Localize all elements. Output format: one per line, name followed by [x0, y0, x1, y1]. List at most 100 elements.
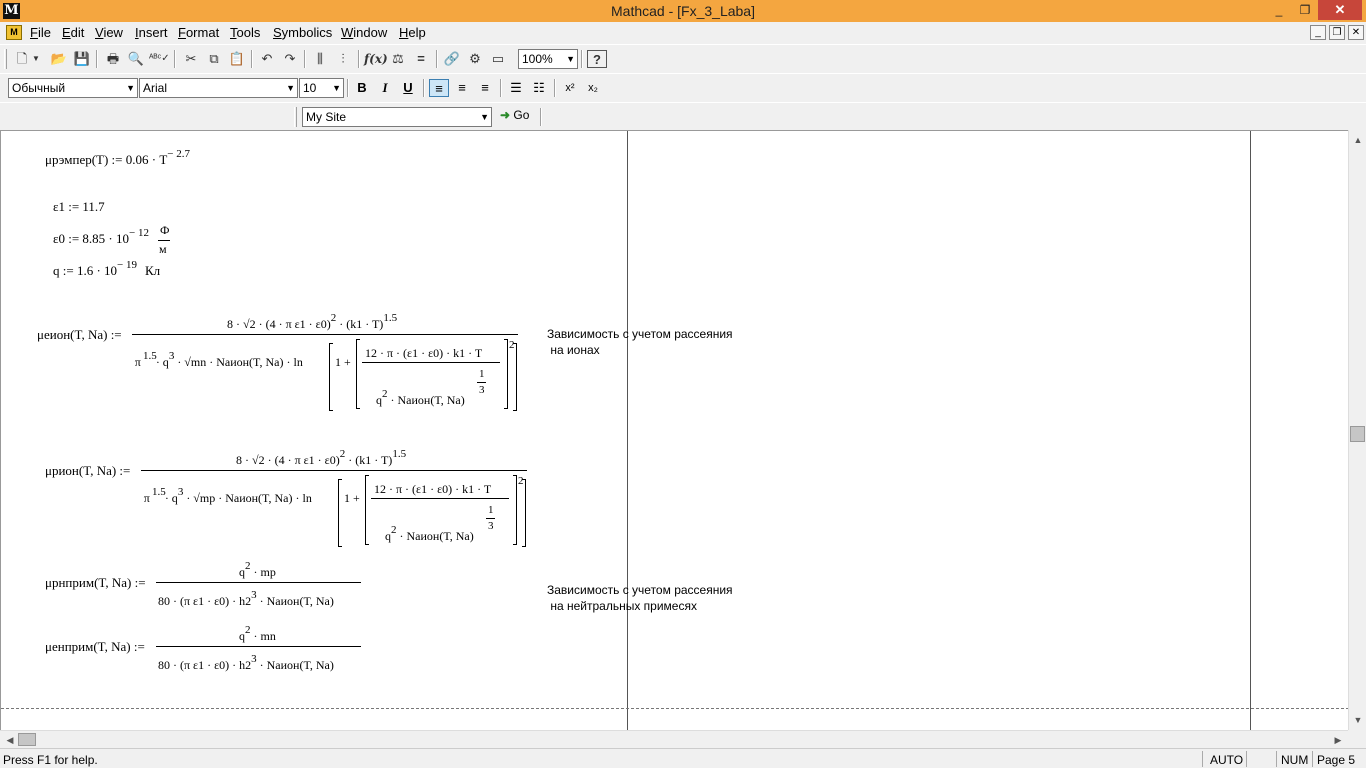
numbered-list-icon[interactable]: ☷: [529, 79, 549, 97]
status-bar: Press F1 for help. AUTO NUM Page 5: [0, 748, 1366, 768]
comment-ion-scattering[interactable]: Зависимость с учетом рассеяния на ионах: [547, 326, 733, 358]
bullet-list-icon[interactable]: ☰: [506, 79, 526, 97]
mu-pion-lhs[interactable]: μрион(T, Na) :=: [45, 463, 130, 479]
menu-tools[interactable]: Tools: [230, 25, 260, 40]
bold-button[interactable]: B: [352, 79, 372, 97]
chevron-down-icon: ▼: [566, 54, 575, 64]
chevron-down-icon: ▼: [126, 83, 135, 93]
comment-neutral-scattering[interactable]: Зависимость с учетом рассеяния на нейтра…: [547, 582, 733, 614]
align-right-icon[interactable]: ≡: [475, 79, 495, 97]
spell-check-icon[interactable]: ᴬᴮᶜ✓: [149, 50, 170, 68]
menu-window[interactable]: Window: [341, 25, 387, 40]
font-value: Arial: [143, 81, 168, 95]
status-divider: [1246, 751, 1247, 767]
italic-button[interactable]: I: [375, 79, 395, 97]
menu-file[interactable]: File: [30, 25, 51, 40]
bracket-left: [329, 343, 333, 411]
toolbar-grip[interactable]: [4, 49, 7, 69]
component-wizard-icon[interactable]: ⚙: [465, 50, 485, 68]
resource-center-icon[interactable]: ▭: [488, 50, 508, 68]
vertical-scrollbar[interactable]: ▲ ▼: [1348, 130, 1366, 730]
worksheet[interactable]: μрэмпер(T) := 0.06 · T− 2.7 ε1 := 11.7 ε…: [0, 130, 1348, 730]
go-button[interactable]: ➜ Go: [500, 108, 529, 122]
mu-enprim-numerator: q2 · mn: [239, 624, 276, 644]
eps1-definition[interactable]: ε1 := 11.7: [53, 199, 105, 215]
print-icon[interactable]: 🖶: [103, 50, 123, 68]
menu-edit[interactable]: Edit: [62, 25, 84, 40]
open-folder-icon[interactable]: 📂: [49, 50, 69, 68]
menu-insert[interactable]: Insert: [135, 25, 168, 40]
bracket-left: [356, 339, 360, 409]
scroll-up-icon[interactable]: ▲: [1349, 132, 1366, 148]
undo-icon[interactable]: ↶: [257, 50, 277, 68]
toolbar-separator: [347, 79, 349, 97]
eps0-definition[interactable]: ε0 := 8.85 · 10− 12: [53, 228, 149, 247]
close-button[interactable]: ✕: [1318, 0, 1362, 20]
scroll-right-icon[interactable]: ▶: [1330, 731, 1346, 749]
new-dropdown-icon[interactable]: ▼: [30, 50, 42, 68]
print-preview-icon[interactable]: 🔍: [126, 50, 146, 68]
chevron-down-icon: ▼: [286, 83, 295, 93]
cut-icon[interactable]: ✂: [181, 50, 201, 68]
eps0-unit-numerator: Ф: [160, 223, 170, 237]
align-left-icon[interactable]: ≡: [429, 79, 449, 97]
mdi-restore-button[interactable]: ❐: [1329, 25, 1345, 40]
mu-eion-lhs[interactable]: μеион(T, Na) :=: [37, 327, 122, 343]
horizontal-scrollbar[interactable]: ◀ ▶: [0, 730, 1348, 748]
fraction-bar: [158, 240, 170, 241]
menu-view[interactable]: View: [95, 25, 123, 40]
align-center-icon[interactable]: ≡: [452, 79, 472, 97]
toolbar-grip[interactable]: [294, 107, 297, 127]
toolbar-separator: [436, 50, 438, 68]
scroll-down-icon[interactable]: ▼: [1349, 712, 1366, 728]
calculate-icon[interactable]: =: [411, 50, 431, 68]
align-across-icon[interactable]: ⫼: [310, 50, 330, 68]
subscript-button[interactable]: x₂: [583, 79, 603, 97]
bracket-right: [513, 343, 517, 411]
font-select[interactable]: Arial ▼: [139, 78, 298, 98]
fraction-bar: [156, 582, 361, 583]
help-icon[interactable]: ?: [587, 50, 607, 68]
paste-icon[interactable]: 📋: [227, 50, 247, 68]
horizontal-scroll-thumb[interactable]: [18, 733, 36, 746]
menu-format[interactable]: Format: [178, 25, 219, 40]
redo-icon[interactable]: ↷: [280, 50, 300, 68]
document-icon[interactable]: M: [6, 25, 22, 40]
minimize-button[interactable]: _: [1266, 0, 1292, 20]
save-icon[interactable]: 💾: [72, 50, 92, 68]
mu-pion-denominator: 1.5π · q3 · √mp · Naион(T, Na) · ln: [143, 486, 312, 506]
chevron-down-icon: ▼: [480, 112, 489, 122]
insert-hyperlink-icon[interactable]: 🔗: [442, 50, 462, 68]
url-value: My Site: [306, 110, 347, 124]
bracket-right: [522, 479, 526, 547]
scroll-left-icon[interactable]: ◀: [2, 731, 18, 749]
mu-eion-denominator: 1.5π · q3 · √mn · Naион(T, Na) · ln: [134, 350, 303, 370]
vertical-scroll-thumb[interactable]: [1350, 426, 1365, 442]
font-size-select[interactable]: 10 ▼: [299, 78, 344, 98]
mu-enprim-lhs[interactable]: μенприм(T, Na) :=: [45, 639, 145, 655]
mu-pnprim-numerator: q2 · mp: [239, 560, 276, 580]
mdi-minimize-button[interactable]: _: [1310, 25, 1326, 40]
new-document-icon[interactable]: 🗋: [12, 50, 32, 68]
maximize-button[interactable]: ❐: [1292, 0, 1318, 20]
superscript-button[interactable]: x²: [560, 79, 580, 97]
mu-remper-definition[interactable]: μрэмпер(T) := 0.06 · T− 2.7: [45, 149, 190, 168]
mu-pnprim-lhs[interactable]: μрнприм(T, Na) :=: [45, 575, 146, 591]
copy-icon[interactable]: ⧉: [204, 50, 224, 68]
zoom-select[interactable]: 100% ▼: [518, 49, 578, 69]
toolbar-separator: [358, 50, 360, 68]
url-select[interactable]: My Site ▼: [302, 107, 492, 127]
window-title: Mathcad - [Fx_3_Laba]: [611, 3, 755, 19]
underline-button[interactable]: U: [398, 79, 418, 97]
menu-symbolics[interactable]: Symbolics: [273, 25, 332, 40]
page-break: [1, 708, 1348, 709]
align-down-icon[interactable]: ⫶: [333, 50, 353, 68]
insert-function-icon[interactable]: f(x): [364, 50, 388, 68]
page-margin-line: [627, 131, 628, 730]
menu-help[interactable]: Help: [399, 25, 426, 40]
mu-pnprim-denominator: 80 · (π ε1 · ε0) · h23 · Naион(T, Na): [158, 589, 334, 609]
q-definition[interactable]: q := 1.6 · 10− 19 Кл: [53, 260, 160, 279]
insert-unit-icon[interactable]: ⚖: [388, 50, 408, 68]
style-select[interactable]: Обычный ▼: [8, 78, 138, 98]
mdi-close-button[interactable]: ✕: [1348, 25, 1364, 40]
